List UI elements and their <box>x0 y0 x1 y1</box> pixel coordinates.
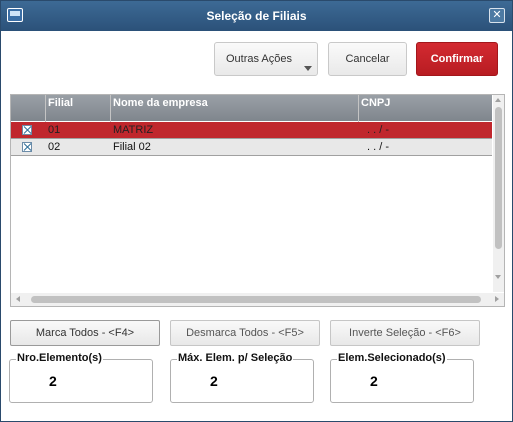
chevron-down-icon <box>304 66 312 71</box>
cell-nome: MATRIZ <box>113 124 154 136</box>
invert-selection-button[interactable]: Inverte Seleção - <F6> <box>330 320 480 346</box>
outras-acoes-button[interactable]: Outras Ações <box>214 42 318 76</box>
title-bar: Seleção de Filiais ✕ <box>1 1 512 31</box>
table-row[interactable]: 02 Filial 02 . . / - <box>11 139 492 156</box>
scroll-left-icon[interactable] <box>16 296 20 302</box>
scroll-up-icon[interactable] <box>495 98 501 102</box>
cell-filial: 01 <box>48 124 61 136</box>
cancel-button[interactable]: Cancelar <box>328 42 407 76</box>
max-selection-group: Máx. Elem. p/ Seleção 2 <box>170 352 314 403</box>
element-count-label: Nro.Elemento(s) <box>16 352 103 364</box>
cell-nome: Filial 02 <box>113 141 151 153</box>
vertical-scrollbar[interactable] <box>493 95 504 292</box>
selected-count-value: 2 <box>370 373 378 389</box>
close-icon[interactable]: ✕ <box>489 8 505 23</box>
unmark-all-button[interactable]: Desmarca Todos - <F5> <box>170 320 320 346</box>
mark-all-button[interactable]: Marca Todos - <F4> <box>10 320 160 346</box>
dialog-window: Seleção de Filiais ✕ Outras Ações Cancel… <box>0 0 513 422</box>
selected-count-group: Elem.Selecionado(s) 2 <box>330 352 474 403</box>
element-count-group: Nro.Elemento(s) 2 <box>9 352 153 403</box>
horizontal-scroll-thumb[interactable] <box>31 296 481 303</box>
cell-cnpj: . . / - <box>367 141 389 153</box>
scroll-right-icon[interactable] <box>495 296 499 302</box>
checkbox-checked-icon[interactable] <box>22 125 32 135</box>
max-selection-value: 2 <box>210 373 218 389</box>
dialog-title: Seleção de Filiais <box>206 9 307 23</box>
column-header-nome[interactable]: Nome da empresa <box>113 97 208 109</box>
scroll-down-icon[interactable] <box>495 275 501 279</box>
confirm-button[interactable]: Confirmar <box>416 42 498 76</box>
grid-header: Filial Nome da empresa CNPJ <box>11 95 492 121</box>
cell-filial: 02 <box>48 141 61 153</box>
column-header-cnpj[interactable]: CNPJ <box>361 97 390 109</box>
element-count-value: 2 <box>49 373 57 389</box>
outras-acoes-label: Outras Ações <box>225 53 293 65</box>
selected-count-label: Elem.Selecionado(s) <box>337 352 447 364</box>
column-header-filial[interactable]: Filial <box>48 97 73 109</box>
horizontal-scrollbar[interactable] <box>11 293 504 306</box>
vertical-scroll-thumb[interactable] <box>495 107 502 249</box>
max-selection-label: Máx. Elem. p/ Seleção <box>177 352 294 364</box>
checkbox-checked-icon[interactable] <box>22 142 32 152</box>
table-row[interactable]: 01 MATRIZ . . / - <box>11 122 492 139</box>
cell-cnpj: . . / - <box>367 124 389 136</box>
branch-grid: Filial Nome da empresa CNPJ 01 MATRIZ . … <box>10 94 505 307</box>
